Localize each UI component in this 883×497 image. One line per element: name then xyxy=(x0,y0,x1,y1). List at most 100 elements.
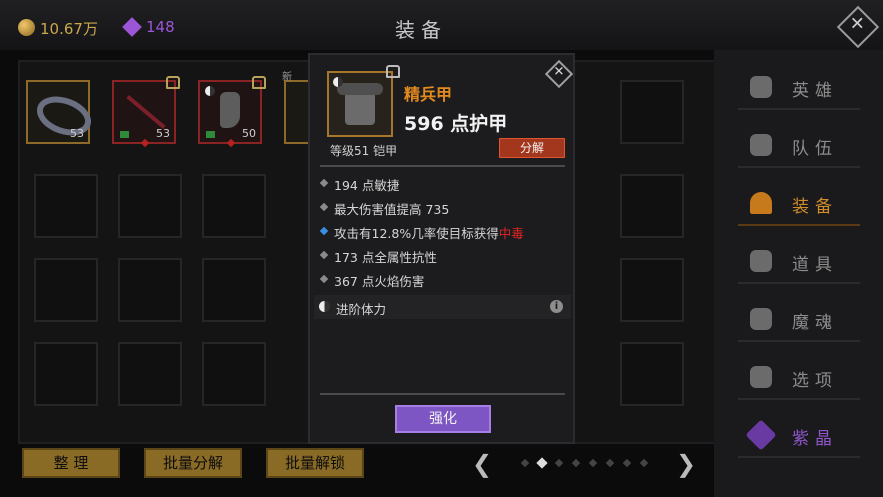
side-nav: 英雄 队伍 装备 道具 魔魂 选项 紫晶 xyxy=(714,50,883,497)
inventory-slot-empty[interactable] xyxy=(34,174,98,238)
nav-item-label: 魔魂 xyxy=(792,313,838,333)
bag-icon xyxy=(750,250,772,272)
poison-highlight: 中毒 xyxy=(498,226,524,241)
bullet-icon xyxy=(319,202,329,212)
page-dot-active[interactable] xyxy=(536,457,548,469)
inventory-slot-empty[interactable] xyxy=(118,174,182,238)
nav-item-amethyst[interactable]: 紫晶 xyxy=(738,412,860,458)
inventory-slot-empty[interactable] xyxy=(202,174,266,238)
inventory-slot-empty[interactable] xyxy=(118,258,182,322)
page-dot[interactable] xyxy=(554,458,564,468)
close-icon: ✕ xyxy=(849,13,865,35)
page-title: 装备 xyxy=(395,18,447,42)
red-dot-icon xyxy=(226,138,236,148)
item-level: 50 xyxy=(242,127,256,140)
advance-stat-row: 进阶体力 i xyxy=(314,295,571,319)
inventory-slot-empty[interactable] xyxy=(34,258,98,322)
inventory-slot-boots[interactable]: 50 xyxy=(198,76,266,148)
flame-icon xyxy=(750,308,772,330)
item-name: 精兵甲 xyxy=(404,85,453,104)
next-page-arrow-icon[interactable]: ❯ xyxy=(676,450,696,478)
close-icon: ✕ xyxy=(553,64,565,80)
batch-unlock-button[interactable]: 批量解锁 xyxy=(266,448,364,478)
bullet-icon xyxy=(319,274,329,284)
nav-item-equipment[interactable]: 装备 xyxy=(738,180,860,226)
nav-item-label: 道具 xyxy=(792,255,838,275)
book-icon xyxy=(120,131,129,138)
page-dot[interactable] xyxy=(622,458,632,468)
lock-icon[interactable] xyxy=(386,65,400,78)
popup-close-button[interactable]: ✕ xyxy=(544,59,574,89)
inventory-slot-empty[interactable] xyxy=(620,80,684,144)
divider xyxy=(320,393,565,395)
bullet-icon xyxy=(319,250,329,260)
armor-value: 596 点护甲 xyxy=(404,113,508,135)
inventory-slot-spear[interactable]: 53 xyxy=(112,76,180,148)
page-dot[interactable] xyxy=(639,458,649,468)
top-bar: 10.67万 148 装备 ✕ xyxy=(0,0,883,50)
pager: ❮ ❯ xyxy=(470,450,700,478)
strengthen-button[interactable]: 强化 xyxy=(395,405,491,433)
helmet-icon xyxy=(750,192,772,214)
advance-stat-label: 进阶体力 xyxy=(336,302,387,317)
nav-item-soul[interactable]: 魔魂 xyxy=(738,296,860,342)
amethyst-icon xyxy=(745,419,777,451)
nav-item-label: 装备 xyxy=(792,197,838,217)
page-dot[interactable] xyxy=(571,458,581,468)
hero-icon xyxy=(750,76,772,98)
inventory-slot-empty[interactable] xyxy=(202,258,266,322)
decompose-button[interactable]: 分解 xyxy=(499,138,565,158)
nav-item-team[interactable]: 队伍 xyxy=(738,122,860,168)
new-label: 新 xyxy=(282,72,292,83)
armor-icon xyxy=(337,83,383,125)
inventory-slot-empty[interactable] xyxy=(620,174,684,238)
gear-icon xyxy=(750,366,772,388)
bullet-icon xyxy=(319,178,329,188)
nav-item-options[interactable]: 选项 xyxy=(738,354,860,400)
item-level: 53 xyxy=(70,127,84,140)
coin-icon xyxy=(18,19,35,36)
boots-icon xyxy=(220,92,240,128)
inventory-slot-empty[interactable] xyxy=(118,342,182,406)
page-dot[interactable] xyxy=(588,458,598,468)
item-icon-frame xyxy=(327,71,393,137)
gem-icon xyxy=(122,17,142,37)
prev-page-arrow-icon[interactable]: ❮ xyxy=(472,450,492,478)
page-dot[interactable] xyxy=(520,458,530,468)
item-level-type: 等级51 铠甲 xyxy=(330,144,398,158)
inventory-slot-empty[interactable] xyxy=(202,342,266,406)
yin-yang-icon xyxy=(333,77,343,87)
inventory-slot-empty[interactable] xyxy=(620,258,684,322)
stat-line: 173 点全属性抗性 xyxy=(318,245,568,267)
gold-amount: 10.67万 xyxy=(40,20,98,38)
page-dot[interactable] xyxy=(605,458,615,468)
flag-icon xyxy=(750,134,772,156)
red-dot-icon xyxy=(140,138,150,148)
stat-line: 最大伤害值提高 735 xyxy=(318,197,568,219)
close-button[interactable]: ✕ xyxy=(836,5,880,49)
belt-icon xyxy=(31,89,97,143)
stat-line: 攻击有12.8%几率使目标获得中毒 xyxy=(318,221,568,243)
yin-yang-icon xyxy=(205,86,215,96)
item-level: 53 xyxy=(156,127,170,140)
info-icon[interactable]: i xyxy=(550,300,563,313)
sort-button[interactable]: 整 理 xyxy=(22,448,120,478)
nav-item-items[interactable]: 道具 xyxy=(738,238,860,284)
inventory-slot-empty[interactable] xyxy=(620,342,684,406)
nav-item-label: 英雄 xyxy=(792,81,838,101)
nav-item-label: 紫晶 xyxy=(792,429,838,449)
spear-icon xyxy=(126,95,166,129)
item-detail-popup: 精兵甲 596 点护甲 ✕ 等级51 铠甲 分解 194 点敏捷 最大伤害值提高… xyxy=(308,53,575,444)
yin-yang-icon xyxy=(319,301,330,312)
inventory-slot-belt[interactable]: 53 xyxy=(26,80,97,144)
nav-item-label: 选项 xyxy=(792,371,838,391)
stat-line: 194 点敏捷 xyxy=(318,173,568,195)
inventory-slot-empty[interactable] xyxy=(34,342,98,406)
batch-decompose-button[interactable]: 批量分解 xyxy=(144,448,242,478)
nav-item-hero[interactable]: 英雄 xyxy=(738,64,860,110)
nav-item-label: 队伍 xyxy=(792,139,838,159)
bullet-icon xyxy=(319,226,329,236)
book-icon xyxy=(206,131,215,138)
lock-icon xyxy=(252,76,266,89)
stat-line: 367 点火焰伤害 xyxy=(318,269,568,291)
